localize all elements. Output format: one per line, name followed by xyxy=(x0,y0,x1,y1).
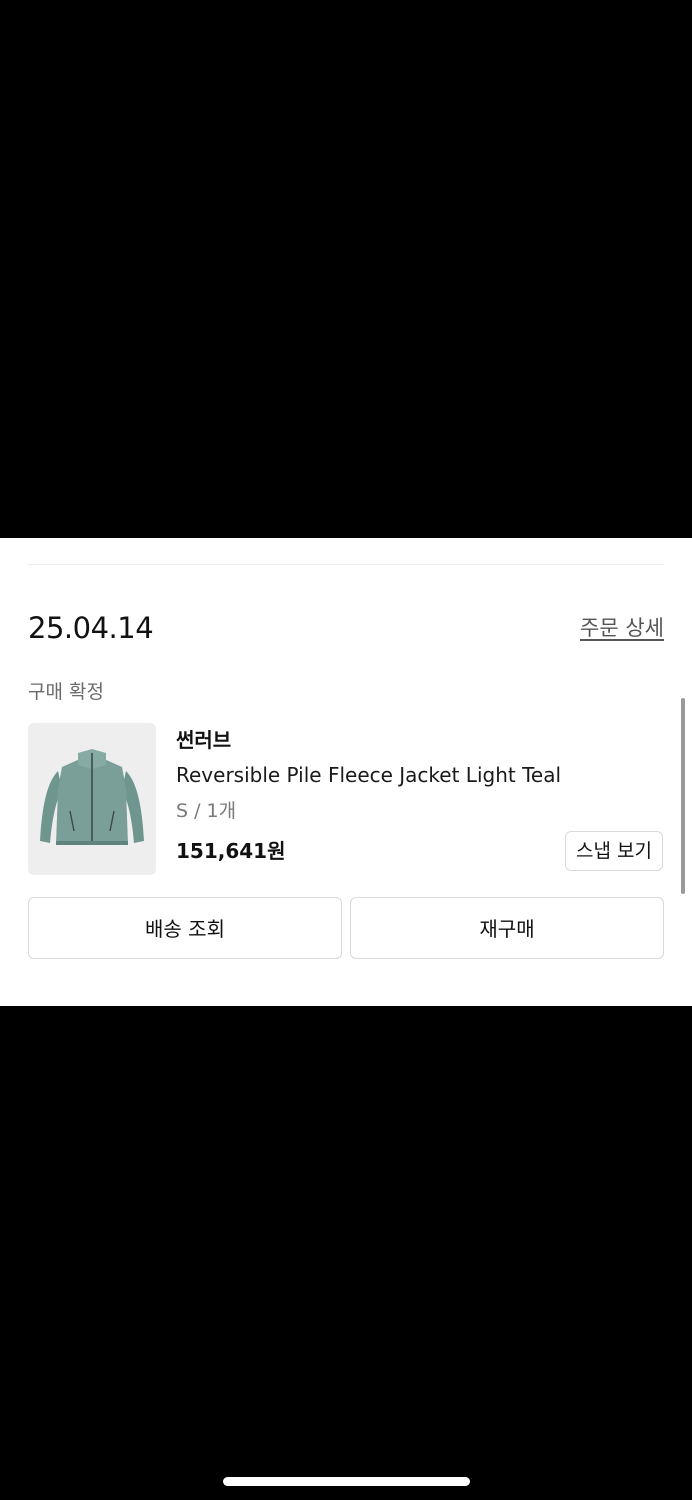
product-option: S / 1개 xyxy=(176,800,237,822)
home-indicator[interactable] xyxy=(223,1477,470,1486)
delivery-tracking-button[interactable]: 배송 조회 xyxy=(28,897,342,959)
order-detail-link[interactable]: 주문 상세 xyxy=(580,614,664,642)
screen: 25.04.14 주문 상세 구매 확정 썬러브 Reversible Pile… xyxy=(0,0,692,1500)
reorder-button[interactable]: 재구매 xyxy=(350,897,664,959)
product-price: 151,641원 xyxy=(176,839,286,863)
divider xyxy=(28,564,664,565)
snap-view-button[interactable]: 스냅 보기 xyxy=(565,831,663,871)
product-image[interactable] xyxy=(28,723,156,875)
order-status: 구매 확정 xyxy=(28,681,104,703)
brand-name[interactable]: 썬러브 xyxy=(176,726,231,754)
order-card: 25.04.14 주문 상세 구매 확정 썬러브 Reversible Pile… xyxy=(0,538,692,1006)
scrollbar[interactable] xyxy=(681,698,685,894)
order-date: 25.04.14 xyxy=(28,611,154,645)
jacket-image-icon xyxy=(40,749,144,845)
product-name[interactable]: Reversible Pile Fleece Jacket Light Teal xyxy=(176,761,561,789)
